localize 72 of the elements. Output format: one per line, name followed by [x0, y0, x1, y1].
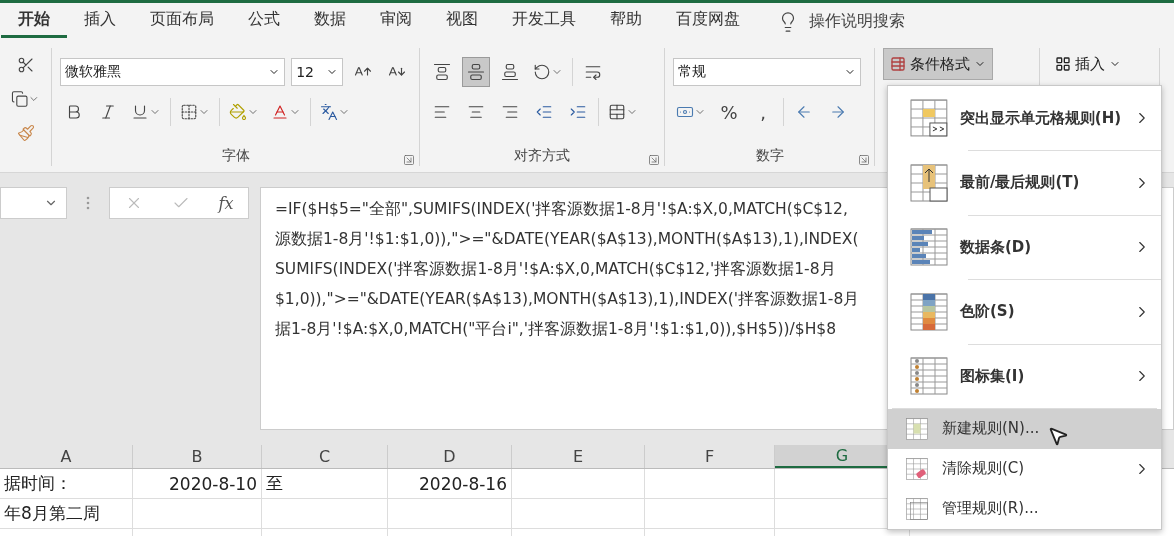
menu-item[interactable]: 色阶(S)	[888, 279, 1161, 344]
column-header[interactable]: A	[0, 445, 133, 468]
ribbon-tab[interactable]: 开发工具	[495, 3, 593, 38]
ribbon-tab[interactable]: 百度网盘	[659, 3, 757, 38]
font-color-icon[interactable]	[271, 103, 289, 121]
ribbon-tab[interactable]: 页面布局	[133, 3, 231, 38]
group-label: 对齐方式	[514, 147, 570, 165]
grid-icon	[1055, 56, 1071, 72]
top-align-icon[interactable]	[433, 63, 451, 81]
ribbon-tab[interactable]: 审阅	[363, 3, 429, 38]
insert-function-button[interactable]: fx	[218, 193, 234, 213]
dialog-launcher-icon[interactable]	[403, 154, 415, 166]
align-center-icon[interactable]	[467, 103, 485, 121]
table-icon	[890, 56, 906, 72]
orientation-icon[interactable]	[533, 63, 551, 81]
decrease-indent-icon[interactable]	[535, 103, 553, 121]
tell-me-search[interactable]: 操作说明搜索	[809, 11, 905, 32]
icon-sets-icon	[910, 357, 948, 396]
color-scale-icon	[910, 292, 948, 331]
conditional-formatting-button[interactable]: 条件格式	[883, 48, 993, 80]
scissors-icon[interactable]	[16, 56, 35, 74]
paintbrush-icon[interactable]	[16, 124, 35, 142]
menu-item[interactable]: 图标集(I)	[888, 344, 1161, 409]
italic-icon[interactable]	[99, 103, 117, 121]
group-label: 数字	[755, 147, 784, 165]
wrap-text-icon[interactable]	[584, 63, 602, 81]
bottom-align-icon[interactable]	[501, 63, 519, 81]
menu-item[interactable]: 新建规则(N)...	[888, 408, 1161, 449]
table-cell: 据时间：	[0, 469, 133, 499]
fill-color-icon[interactable]	[229, 103, 247, 121]
phonetic-icon[interactable]	[320, 103, 338, 121]
font-size-field[interactable]: 12	[291, 58, 343, 86]
align-left-icon[interactable]	[433, 103, 451, 121]
top-bottom-rules-icon	[910, 163, 948, 202]
menu-item[interactable]: 数据条(D)	[888, 215, 1161, 280]
decrease-decimal-icon[interactable]	[829, 103, 847, 121]
column-header[interactable]: C	[262, 445, 388, 468]
copy-icon[interactable]	[11, 90, 29, 108]
column-header[interactable]: D	[388, 445, 512, 468]
borders-icon[interactable]	[180, 103, 198, 121]
ribbon-tab[interactable]: 帮助	[593, 3, 659, 38]
dialog-launcher-icon[interactable]	[648, 154, 660, 166]
number-style-button[interactable]: ,	[749, 97, 777, 127]
column-header[interactable]: E	[512, 445, 645, 468]
number-style-button[interactable]: %	[715, 97, 743, 127]
number-format-field[interactable]: 常规	[673, 58, 861, 86]
menu-item[interactable]: 管理规则(R)...	[888, 488, 1161, 529]
font-name-field[interactable]: 微软雅黑	[60, 58, 286, 86]
manage-rules-icon	[906, 497, 928, 520]
insert-button[interactable]: 插入	[1048, 48, 1128, 80]
data-bars-icon	[910, 228, 948, 267]
dialog-launcher-icon[interactable]	[858, 154, 870, 166]
table-cell: 年8月第二周	[0, 499, 133, 529]
align-right-icon[interactable]	[501, 103, 519, 121]
merge-cells-icon[interactable]	[608, 103, 626, 121]
drag-handle-icon[interactable]	[86, 196, 90, 210]
ribbon-tab[interactable]: 公式	[231, 3, 297, 38]
menu-item[interactable]: 突出显示单元格规则(H)	[888, 86, 1161, 150]
underline-icon[interactable]	[131, 103, 149, 121]
increase-decimal-icon[interactable]	[795, 103, 813, 121]
increase-indent-icon[interactable]	[569, 103, 587, 121]
table-cell: 2020-8-10	[133, 469, 262, 499]
column-header[interactable]: B	[133, 445, 262, 468]
highlight-rules-icon	[910, 99, 948, 137]
clear-rules-icon	[906, 457, 928, 480]
ribbon-tab[interactable]: 插入	[67, 3, 133, 38]
group-label: 字体	[221, 147, 250, 165]
ribbon-tab[interactable]: 视图	[429, 3, 495, 38]
ribbon-tab[interactable]: 数据	[297, 3, 363, 38]
middle-align-icon[interactable]	[467, 63, 485, 81]
table-cell: 2020-8-16	[388, 469, 512, 499]
table-cell: 至	[262, 469, 388, 499]
